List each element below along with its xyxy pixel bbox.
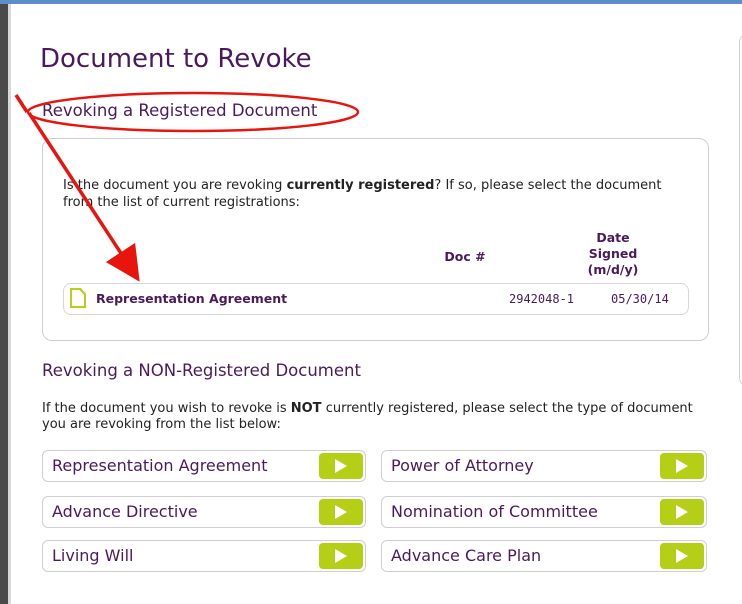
option-label: Living Will: [52, 546, 134, 565]
option-advance-directive[interactable]: Advance Directive: [42, 496, 366, 528]
option-go-button[interactable]: [319, 543, 363, 569]
registered-question-bold: currently registered: [286, 178, 435, 193]
option-go-button[interactable]: [319, 453, 363, 479]
option-advance-care-plan[interactable]: Advance Care Plan: [381, 540, 707, 572]
option-nomination-of-committee[interactable]: Nomination of Committee: [381, 496, 707, 528]
registered-document-name[interactable]: Representation Agreement: [96, 291, 287, 306]
option-living-will[interactable]: Living Will: [42, 540, 366, 572]
registered-section-heading: Revoking a Registered Document: [42, 101, 318, 120]
play-arrow-icon: [676, 505, 688, 519]
page-title: Document to Revoke: [40, 44, 312, 74]
non-registered-intro-bold: NOT: [290, 401, 322, 416]
option-label: Advance Care Plan: [391, 546, 542, 565]
option-go-button[interactable]: [660, 453, 704, 479]
column-header-doc-number: Doc #: [444, 249, 486, 264]
date-header-line1: Date: [596, 230, 630, 245]
registered-question: Is the document you are revoking current…: [63, 177, 683, 211]
option-power-of-attorney[interactable]: Power of Attorney: [381, 450, 707, 482]
left-scroll-rail: [0, 4, 8, 604]
option-go-button[interactable]: [660, 543, 704, 569]
registered-documents-panel: Is the document you are revoking current…: [42, 138, 709, 341]
play-arrow-icon: [335, 549, 347, 563]
registered-question-pre: Is the document you are revoking: [63, 178, 287, 193]
option-label: Advance Directive: [52, 502, 198, 521]
option-representation-agreement[interactable]: Representation Agreement: [42, 450, 366, 482]
option-label: Power of Attorney: [391, 456, 534, 475]
option-label: Nomination of Committee: [391, 502, 598, 521]
option-go-button[interactable]: [660, 499, 704, 525]
option-label: Representation Agreement: [52, 456, 268, 475]
window-top-border: [0, 0, 742, 4]
play-arrow-icon: [676, 549, 688, 563]
registered-document-date: 05/30/14: [611, 292, 669, 306]
annotation-arrow-line: [14, 94, 29, 113]
play-arrow-icon: [335, 459, 347, 473]
registered-document-number: 2942048-1: [509, 292, 575, 306]
play-arrow-icon: [676, 459, 688, 473]
non-registered-intro-pre: If the document you wish to revoke is: [42, 401, 291, 416]
left-rail-edge: [8, 4, 11, 604]
non-registered-section-heading: Revoking a NON-Registered Document: [42, 361, 361, 380]
non-registered-intro: If the document you wish to revoke is NO…: [42, 401, 712, 433]
date-header-line2: Signed: [588, 246, 638, 261]
date-header-line3: (m/d/y): [587, 262, 639, 277]
option-go-button[interactable]: [319, 499, 363, 525]
column-header-date-signed: Date Signed (m/d/y): [573, 230, 653, 278]
play-arrow-icon: [335, 505, 347, 519]
registered-document-row[interactable]: Representation Agreement 2942048-1 05/30…: [63, 283, 689, 315]
document-icon: [70, 288, 86, 308]
